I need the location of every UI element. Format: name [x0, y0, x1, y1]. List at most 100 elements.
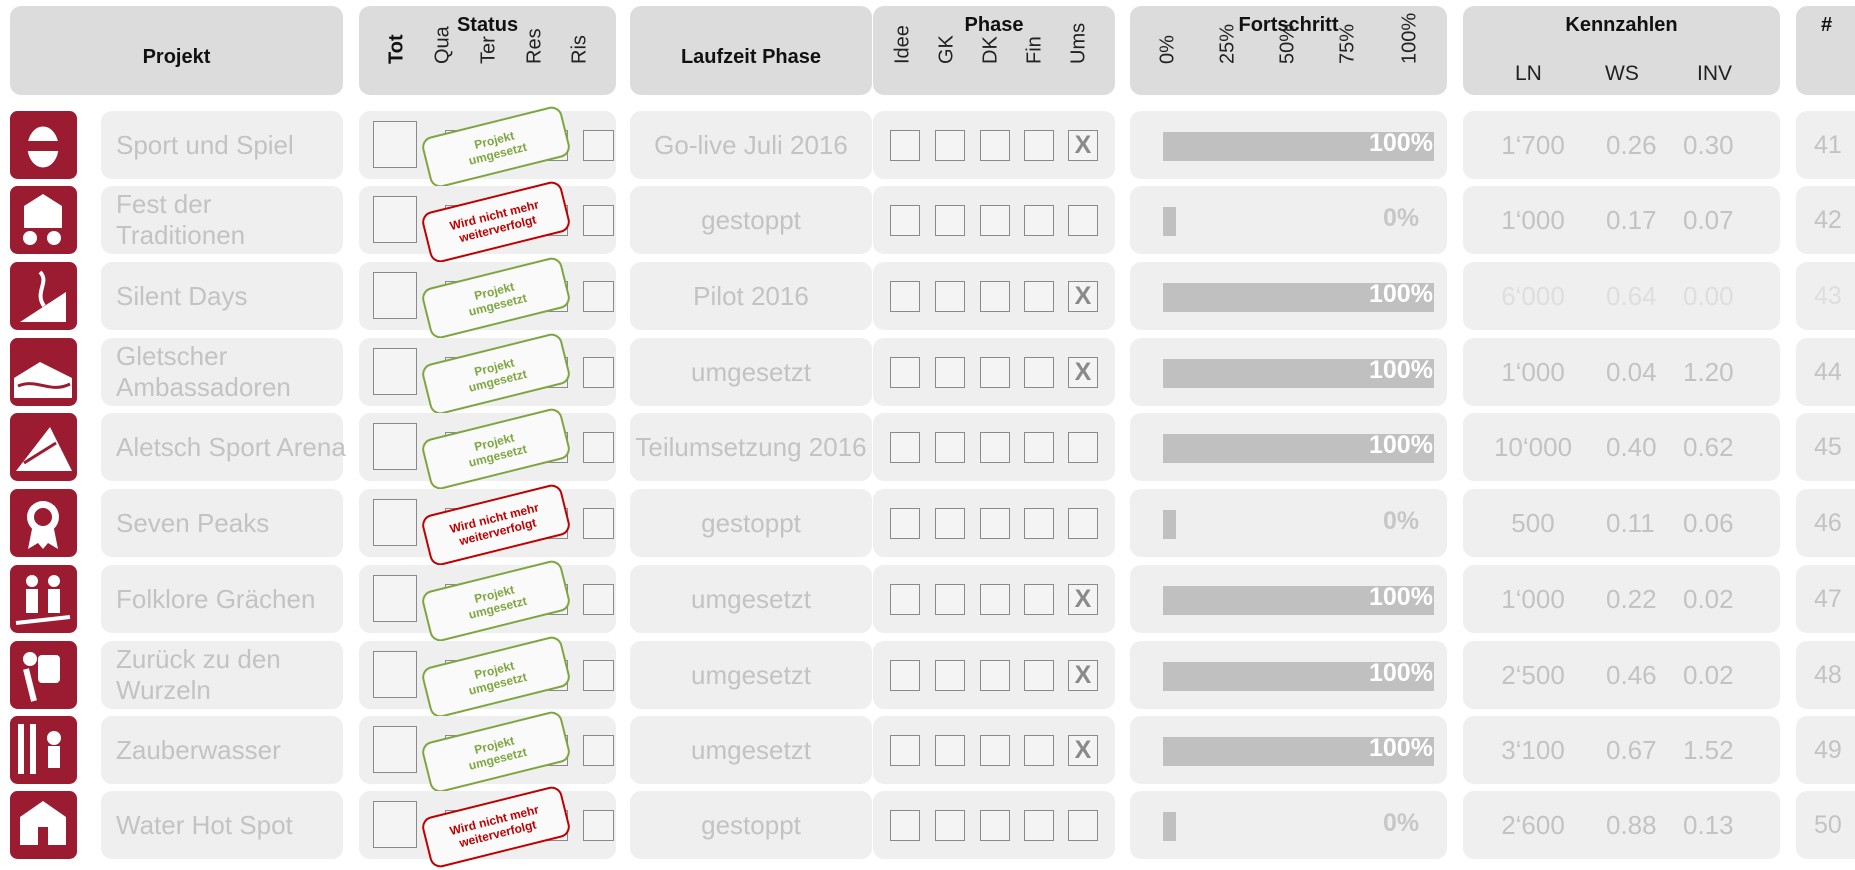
phase-checkbox[interactable] [935, 660, 965, 691]
status-checkbox[interactable] [583, 205, 614, 236]
status-tot-checkbox[interactable] [373, 801, 417, 848]
status-tot-checkbox[interactable] [373, 726, 417, 773]
phase-checkbox[interactable] [980, 735, 1010, 766]
status-checkbox[interactable] [583, 508, 614, 539]
phase-ums-checkbox[interactable]: X [1068, 660, 1098, 691]
status-checkbox[interactable] [583, 660, 614, 691]
phase-checkbox[interactable] [1024, 281, 1054, 312]
basket-carrier-icon [10, 641, 77, 709]
phase-checkbox[interactable] [935, 281, 965, 312]
phase-ums-checkbox[interactable]: X [1068, 735, 1098, 766]
progress-label: 0% [1383, 809, 1420, 837]
status-tot-checkbox[interactable] [373, 348, 417, 395]
phase-checkbox[interactable] [890, 660, 920, 691]
status-checkbox[interactable] [583, 281, 614, 312]
kennzahl-ws: 0.40 [1606, 431, 1657, 462]
kennzahl-ws: 0.67 [1606, 734, 1657, 765]
kennzahl-ws: 0.04 [1606, 356, 1657, 387]
phase-ums-checkbox[interactable] [1068, 432, 1098, 463]
header-phase-dk: DK [979, 36, 1002, 64]
phase-ums-checkbox[interactable]: X [1068, 281, 1098, 312]
phase-checkbox[interactable] [890, 584, 920, 615]
status-checkbox[interactable] [583, 357, 614, 388]
kennzahl-ln: 2‘500 [1501, 659, 1565, 690]
phase-checkbox[interactable] [980, 205, 1010, 236]
phase-checkbox[interactable] [1024, 735, 1054, 766]
phase-checkbox[interactable] [980, 357, 1010, 388]
kennzahl-inv: 0.62 [1683, 431, 1734, 462]
phase-checkbox[interactable] [980, 281, 1010, 312]
project-name: Zurück zu den Wurzeln [116, 644, 281, 705]
phase-ums-checkbox[interactable] [1068, 508, 1098, 539]
status-tot-checkbox[interactable] [373, 651, 417, 698]
progress-bar [1163, 207, 1176, 236]
phase-checkbox[interactable] [935, 735, 965, 766]
project-name: Zauberwasser [116, 734, 281, 765]
phase-ums-checkbox[interactable]: X [1068, 584, 1098, 615]
status-tot-checkbox[interactable] [373, 499, 417, 546]
phase-ums-checkbox[interactable]: X [1068, 357, 1098, 388]
status-tot-checkbox[interactable] [373, 575, 417, 622]
table-row: Fest der Traditionen Wird nicht mehr weite… [0, 179, 1855, 265]
mountain-sport-icon [10, 413, 77, 481]
phase-checkbox[interactable] [935, 810, 965, 841]
status-tot-checkbox[interactable] [373, 272, 417, 319]
progress-label: 0% [1383, 507, 1420, 535]
phase-checkbox[interactable] [1024, 357, 1054, 388]
phase-checkbox[interactable] [935, 357, 965, 388]
progress-label: 0% [1383, 204, 1420, 232]
status-checkbox[interactable] [583, 130, 614, 161]
phase-checkbox[interactable] [980, 584, 1010, 615]
phase-ums-checkbox[interactable] [1068, 205, 1098, 236]
project-name: Silent Days [116, 280, 248, 311]
phase-checkbox[interactable] [1024, 130, 1054, 161]
header-phase: Phase Idee GK DK Fin Ums [873, 6, 1115, 95]
kennzahl-ln: 1‘000 [1501, 583, 1565, 614]
phase-checkbox[interactable] [980, 508, 1010, 539]
phase-checkbox[interactable] [1024, 584, 1054, 615]
phase-checkbox[interactable] [980, 810, 1010, 841]
status-tot-checkbox[interactable] [373, 423, 417, 470]
phase-checkbox[interactable] [1024, 810, 1054, 841]
phase-checkbox[interactable] [935, 205, 965, 236]
kennzahl-inv: 0.30 [1683, 129, 1734, 160]
phase-checkbox[interactable] [890, 810, 920, 841]
hot-spot-icon [10, 791, 77, 859]
laufzeit-value: gestoppt [701, 507, 801, 538]
phase-checkbox[interactable] [890, 432, 920, 463]
phase-checkbox[interactable] [980, 660, 1010, 691]
kennzahl-inv: 0.07 [1683, 204, 1734, 235]
status-tot-checkbox[interactable] [373, 121, 417, 168]
status-checkbox[interactable] [583, 584, 614, 615]
phase-checkbox[interactable] [890, 357, 920, 388]
phase-checkbox[interactable] [935, 130, 965, 161]
header-status-res: Res [523, 28, 546, 64]
phase-checkbox[interactable] [935, 584, 965, 615]
phase-ums-checkbox[interactable] [1068, 810, 1098, 841]
phase-checkbox[interactable] [1024, 660, 1054, 691]
phase-checkbox[interactable] [890, 508, 920, 539]
phase-checkbox[interactable] [890, 735, 920, 766]
kennzahl-inv: 0.00 [1683, 280, 1734, 311]
phase-checkbox[interactable] [980, 432, 1010, 463]
phase-ums-checkbox[interactable]: X [1068, 130, 1098, 161]
progress-label: 100% [1369, 431, 1433, 459]
status-checkbox[interactable] [583, 432, 614, 463]
laufzeit-value: Teilumsetzung 2016 [635, 431, 867, 462]
status-checkbox[interactable] [583, 810, 614, 841]
phase-checkbox[interactable] [890, 130, 920, 161]
phase-checkbox[interactable] [935, 432, 965, 463]
phase-checkbox[interactable] [1024, 508, 1054, 539]
phase-checkbox[interactable] [935, 508, 965, 539]
header-status: Status Tot Qua Ter Res Ris [359, 6, 616, 95]
phase-checkbox[interactable] [1024, 432, 1054, 463]
phase-checkbox[interactable] [980, 130, 1010, 161]
project-name: Folklore Grächen [116, 583, 316, 614]
project-name: Sport und Spiel [116, 129, 294, 160]
phase-checkbox[interactable] [890, 205, 920, 236]
phase-checkbox[interactable] [1024, 205, 1054, 236]
phase-checkbox[interactable] [890, 281, 920, 312]
header-fortschritt-50: 50% [1276, 23, 1299, 64]
status-checkbox[interactable] [583, 735, 614, 766]
status-tot-checkbox[interactable] [373, 196, 417, 243]
